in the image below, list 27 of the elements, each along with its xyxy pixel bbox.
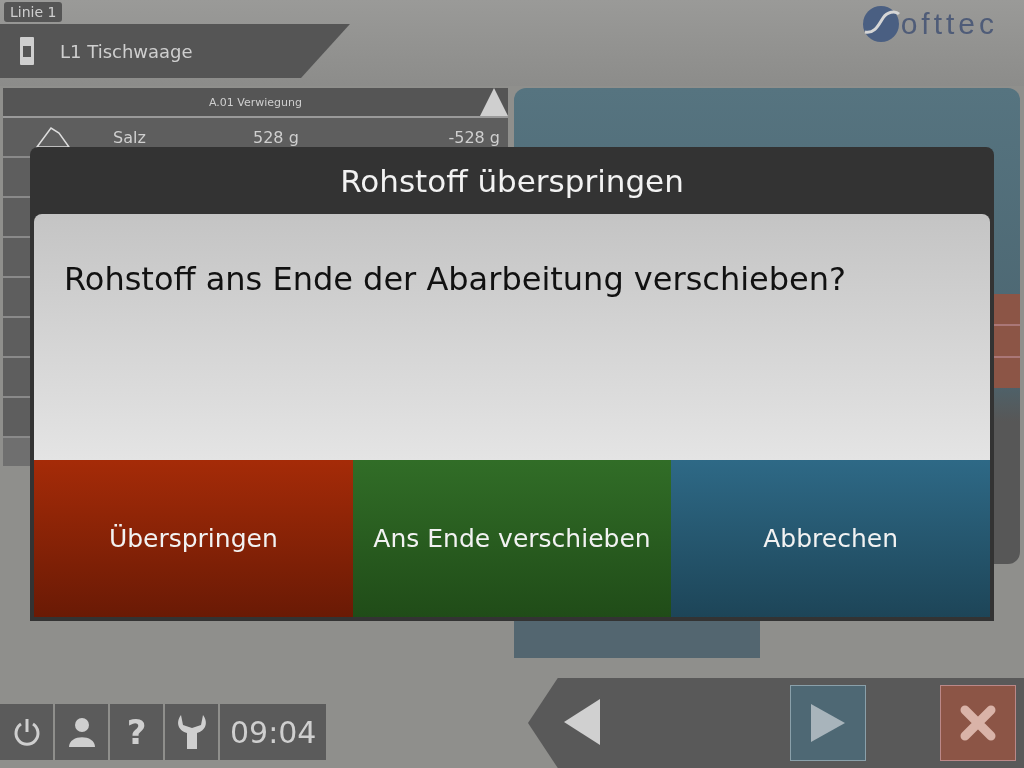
line-tab[interactable]: Linie 1 bbox=[4, 2, 63, 22]
dialog-button[interactable]: Abbrechen bbox=[671, 460, 990, 617]
play-icon bbox=[811, 704, 845, 742]
close-icon bbox=[959, 704, 997, 742]
left-arrow-icon bbox=[564, 698, 600, 745]
user-icon bbox=[66, 716, 97, 748]
power-button[interactable] bbox=[0, 704, 53, 760]
help-button[interactable]: ? bbox=[110, 704, 163, 760]
user-button[interactable] bbox=[55, 704, 108, 760]
dialog-button[interactable]: Überspringen bbox=[34, 460, 353, 617]
back-button[interactable] bbox=[564, 698, 600, 748]
pile-icon bbox=[33, 125, 73, 149]
next-button[interactable] bbox=[790, 685, 866, 761]
target-weight: 528 g bbox=[253, 127, 300, 147]
ingredient-name: Salz bbox=[113, 127, 147, 147]
station-name: L1 Tischwaage bbox=[60, 40, 193, 62]
clock-time: 09:04 bbox=[220, 704, 327, 760]
list-header[interactable]: A.01 Verwiegung bbox=[3, 88, 508, 118]
collapse-triangle-icon[interactable] bbox=[480, 88, 508, 116]
scale-icon bbox=[20, 37, 34, 65]
dialog-title: Rohstoff überspringen bbox=[339, 161, 685, 201]
weight-difference: -528 g bbox=[447, 127, 500, 147]
close-button[interactable] bbox=[940, 685, 1016, 761]
dialog-button[interactable]: Ans Ende verschieben bbox=[352, 460, 672, 617]
wrench-button[interactable] bbox=[165, 704, 218, 760]
dialog-message: Rohstoff ans Ende der Abarbeitung verschieben? bbox=[64, 260, 847, 298]
company-logo: ofttec bbox=[860, 4, 998, 44]
